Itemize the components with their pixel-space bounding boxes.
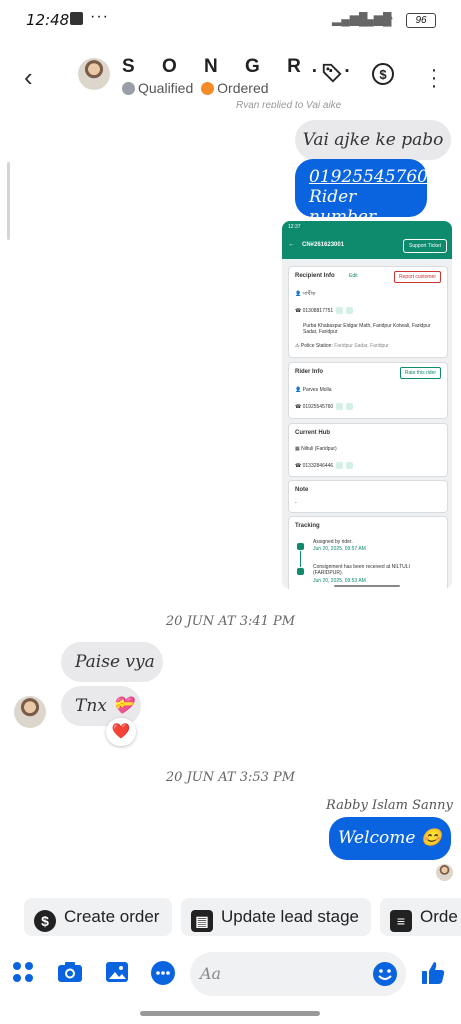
composer-bar: Aa (0, 950, 461, 1000)
rider-card: Rider Info Rate this rider 👤 Parves Moll… (288, 362, 448, 419)
hub-card: Current Hub ▦ Niltuli (Faridpur) ☎ 01332… (288, 423, 448, 477)
outgoing-message[interactable]: Welcome 😊 (329, 817, 451, 860)
recipient-address: Purba Khabaspur Eidgar Math, Faridpur Ko… (303, 323, 431, 335)
recipient-name: সাথীক (302, 291, 316, 297)
message-bubble[interactable]: Vai ajke ke pabo (295, 120, 451, 160)
timestamp: 20 JUN AT 3:41 PM (165, 614, 296, 629)
gallery-icon[interactable] (102, 960, 132, 990)
attachment-back-icon: ← (288, 241, 295, 248)
emoji-icon[interactable] (372, 961, 398, 987)
attachment-home-bar (334, 585, 400, 587)
police-station: Faridpur Sadar, Faridpur (334, 343, 389, 349)
support-ticket-button: Support Ticket (403, 239, 447, 253)
edit-link: Edit (349, 273, 358, 279)
attachment-title: CN#261623001 (302, 242, 345, 248)
track-step-1-date: Jun 20, 2025, 09:57 AM (313, 546, 366, 552)
timestamp: 20 JUN AT 3:53 PM (165, 770, 296, 785)
sender-name: Rabby Islam Sanny (326, 798, 453, 813)
avatar[interactable] (14, 696, 46, 728)
incoming-message[interactable]: Paise vya (61, 642, 163, 682)
hub-phone: 01332846446 (302, 462, 334, 469)
tracking-card: Tracking Assigned by rider. Jun 20, 2025… (288, 516, 448, 589)
like-icon[interactable] (418, 960, 448, 990)
attachment-app-bar: 12:37 ← CN#261623001 Support Ticket (282, 221, 452, 259)
check-icon (297, 543, 304, 550)
dollar-icon: $ (34, 910, 56, 932)
notification-icon (70, 12, 83, 25)
list-icon: ≡ (390, 910, 412, 932)
track-step-2-date: Jun 20, 2025, 09:53 AM (313, 578, 366, 584)
track-step-1: Assigned by rider. (313, 539, 353, 545)
status-dot-gray (122, 82, 135, 95)
recipient-title: Recipient Info (295, 273, 335, 279)
more-icon[interactable]: · · · (421, 60, 447, 96)
create-order-label: Create order (64, 907, 160, 926)
status-ordered: Ordered (217, 80, 269, 96)
tracking-title: Tracking (295, 523, 320, 529)
avatar[interactable] (78, 58, 110, 90)
police-label: Police Station: (300, 343, 333, 349)
hub-title: Current Hub (295, 430, 330, 436)
back-icon[interactable]: ‹ (24, 62, 33, 93)
note-title: Note (295, 487, 309, 493)
track-step-2: Consignment has been received at NILTULI… (313, 564, 410, 576)
status-time: 12:48 (26, 11, 70, 29)
message-input[interactable]: Aa (190, 952, 406, 996)
attachment-time: 12:37 (288, 224, 301, 230)
recipient-card: Recipient Info Edit Report customer 👤 সা… (288, 266, 448, 358)
message-placeholder: Aa (200, 964, 222, 983)
chat-bubble-icon[interactable] (148, 960, 178, 990)
image-attachment[interactable]: 12:37 ← CN#261623001 Support Ticket Reci… (282, 221, 452, 589)
lead-status: Qualified Ordered (122, 80, 269, 96)
battery-icon: 96 (406, 13, 436, 28)
hub-name: Niltuli (Faridpur) (301, 446, 337, 452)
update-lead-stage-button[interactable]: ▤ Update lead stage (181, 898, 371, 936)
orders-button[interactable]: ≡ Orde (380, 898, 461, 936)
note-card: Note - (288, 480, 448, 513)
svg-text:$: $ (379, 67, 387, 82)
wifi-icon: ◠ (381, 10, 394, 26)
rider-name: Parves Molla (302, 387, 332, 393)
reaction-heart[interactable]: ❤️ (106, 718, 136, 746)
reply-note: Ryan replied to Vai ajke (236, 100, 342, 108)
tag-icon[interactable] (319, 62, 345, 90)
rate-rider-chip: Rate this rider (399, 367, 441, 379)
dollar-icon[interactable]: $ (370, 62, 396, 92)
phone-link[interactable]: 01925545760 (309, 167, 428, 187)
report-customer-chip: Report customer (394, 271, 441, 283)
chat-header: ‹ S O N G R... Qualified Ordered $ · · · (0, 48, 461, 104)
update-lead-stage-label: Update lead stage (221, 907, 359, 926)
message-bubble-rider[interactable]: 01925545760 Rider number (295, 159, 428, 227)
rider-title: Rider Info (295, 369, 323, 375)
rider-phone: 01925545760 (302, 403, 334, 410)
orders-label: Orde (420, 907, 458, 926)
quick-actions-bar: $ Create order ▤ Update lead stage ≡ Orde (0, 898, 461, 938)
status-dot-orange (201, 82, 215, 95)
home-indicator[interactable] (140, 1011, 320, 1016)
status-bar: 12:48 ··· ▂▄▆█ ▂▄▆█ ◠ 96 (0, 0, 461, 40)
camera-icon[interactable] (55, 960, 85, 990)
scrollbar[interactable] (7, 162, 10, 240)
seen-avatar (436, 864, 453, 881)
status-qualified: Qualified (138, 80, 194, 96)
contact-card-icon: ▤ (191, 910, 213, 932)
check-icon (297, 568, 304, 575)
apps-grid-icon[interactable] (8, 960, 38, 990)
track-line (300, 551, 301, 567)
note-value: - (295, 500, 297, 506)
create-order-button[interactable]: $ Create order (24, 898, 172, 936)
recipient-phone: 01308817751 (302, 307, 334, 314)
more-notifications-icon: ··· (90, 8, 109, 25)
